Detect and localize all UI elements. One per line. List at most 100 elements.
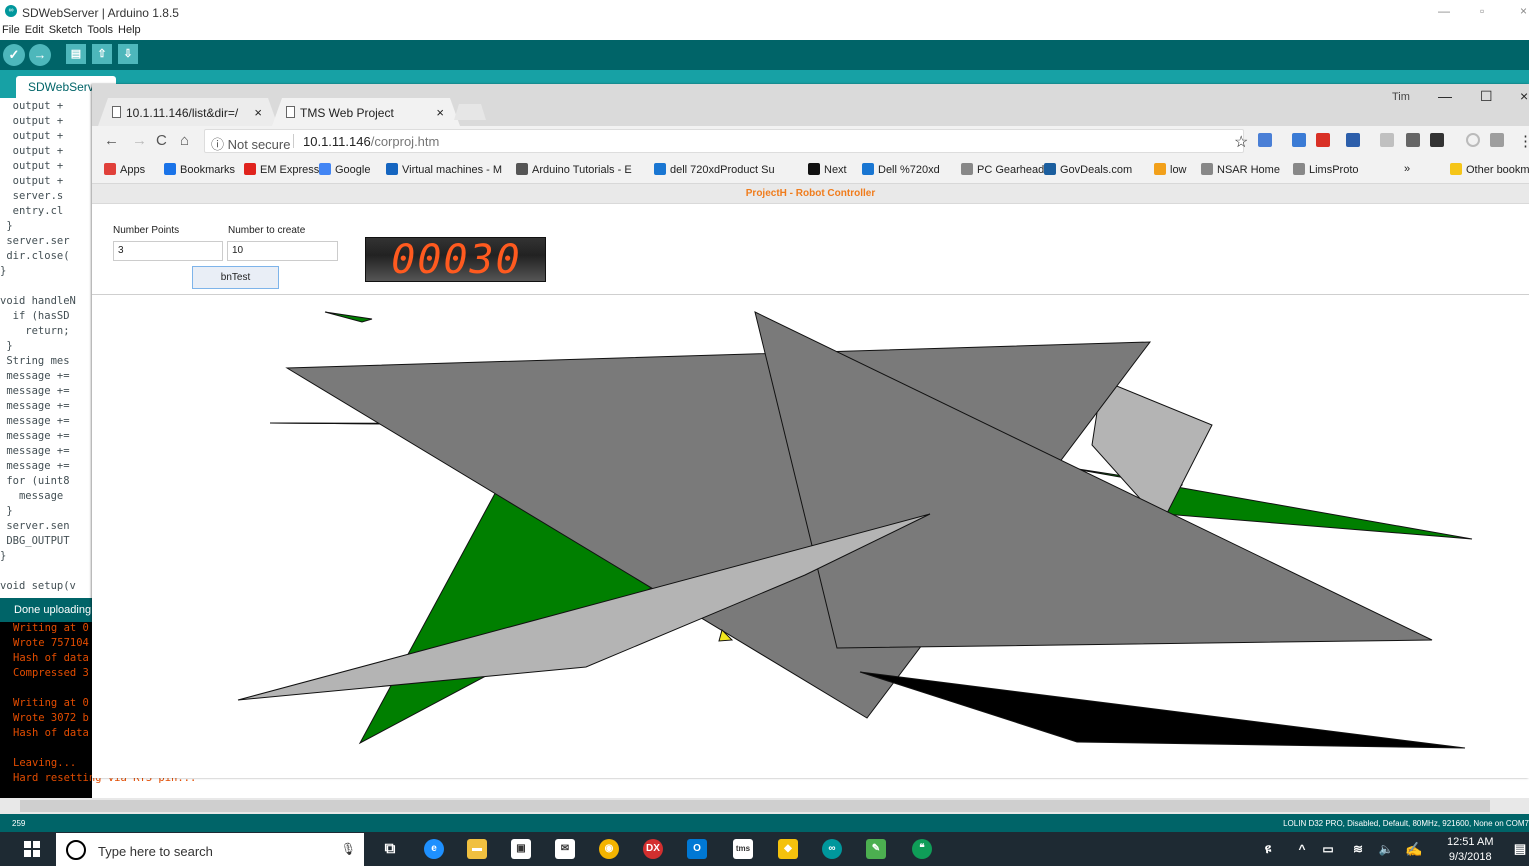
amazon-extension-icon[interactable] bbox=[1430, 133, 1444, 147]
close-tab-icon[interactable]: × bbox=[436, 105, 444, 120]
upload-button[interactable]: → bbox=[29, 44, 51, 66]
system-clock[interactable]: 12:51 AM 9/3/2018 bbox=[1447, 835, 1493, 865]
ide-menu-bar: File Edit Sketch Tools Help bbox=[0, 24, 1529, 40]
bntest-button[interactable]: bnTest bbox=[192, 266, 279, 289]
tab-directory-list[interactable]: 10.1.11.146/list&dir=/ × bbox=[98, 98, 278, 126]
pen-icon[interactable]: ✍ bbox=[1404, 839, 1424, 859]
number-to-create-input[interactable]: 10 bbox=[227, 241, 338, 261]
calendar-extension-icon[interactable] bbox=[1292, 133, 1306, 147]
bookmark-item[interactable]: Dell %720xd bbox=[862, 163, 940, 176]
file-explorer-icon[interactable]: ▬ bbox=[467, 839, 487, 859]
menu-tools[interactable]: Tools bbox=[87, 24, 113, 36]
console-output: Writing at 0 Wrote 757104 Hash of data Comp… bbox=[0, 622, 196, 798]
cast-extension-icon[interactable] bbox=[1490, 133, 1504, 147]
tms-icon[interactable]: tms bbox=[733, 839, 753, 859]
puzzle-extension-icon[interactable] bbox=[1380, 133, 1394, 147]
bookmark-item[interactable]: Next bbox=[808, 163, 847, 176]
bookmark-icon bbox=[516, 163, 528, 175]
bookmark-label: low bbox=[1170, 164, 1187, 176]
bookmark-label: GovDeals.com bbox=[1060, 164, 1133, 176]
people-icon[interactable]: ዩ bbox=[1258, 839, 1278, 859]
menu-sketch[interactable]: Sketch bbox=[49, 24, 83, 36]
profile-name[interactable]: Tim bbox=[1392, 91, 1410, 103]
hangouts-icon[interactable]: ❝ bbox=[912, 839, 932, 859]
chrome-icon[interactable]: ◉ bbox=[599, 839, 619, 859]
bookmark-item[interactable]: Arduino Tutorials - E bbox=[516, 163, 632, 176]
edge-icon[interactable]: e bbox=[424, 839, 444, 859]
store-icon[interactable]: ▣ bbox=[511, 839, 531, 859]
save-sketch-button[interactable]: ⇩ bbox=[118, 44, 138, 64]
tray-chevron-icon[interactable]: ^ bbox=[1292, 839, 1312, 859]
horizontal-scrollbar[interactable] bbox=[0, 798, 1529, 814]
tab-tms-web-project[interactable]: TMS Web Project × bbox=[272, 98, 460, 126]
bookmark-star-icon[interactable]: ☆ bbox=[1234, 132, 1248, 152]
back-icon[interactable]: ← bbox=[104, 132, 119, 149]
notepad-icon[interactable]: ✎ bbox=[866, 839, 886, 859]
bookmark-icon bbox=[961, 163, 973, 175]
timer-extension-icon[interactable] bbox=[1346, 133, 1360, 147]
windows-start-icon[interactable] bbox=[24, 841, 40, 857]
code-line: server.sen bbox=[0, 520, 70, 532]
address-bar[interactable]: ⓘ Not secure 10.1.11.146/corproj.htm bbox=[204, 129, 1244, 153]
bookmark-item[interactable]: low bbox=[1154, 163, 1187, 176]
close-icon[interactable]: × bbox=[1520, 88, 1528, 104]
number-points-input[interactable]: 3 bbox=[113, 241, 223, 261]
restore-icon[interactable]: ▫ bbox=[1480, 4, 1484, 18]
not-secure-indicator[interactable]: ⓘ Not secure bbox=[211, 134, 290, 153]
bookmark-item[interactable]: LimsProto bbox=[1293, 163, 1359, 176]
bookmark-icon bbox=[244, 163, 256, 175]
circle-extension-icon[interactable] bbox=[1466, 133, 1480, 147]
volume-icon[interactable]: 🔈 bbox=[1376, 839, 1396, 859]
maximize-icon[interactable]: ☐ bbox=[1480, 88, 1493, 105]
bookmark-item[interactable]: NSAR Home bbox=[1201, 163, 1280, 176]
code-line: message += bbox=[0, 430, 70, 442]
reload-icon[interactable]: C bbox=[156, 132, 167, 149]
keep-icon[interactable]: ◆ bbox=[778, 839, 798, 859]
wifi-icon[interactable]: ≋ bbox=[1348, 839, 1368, 859]
battery-icon[interactable]: ▭ bbox=[1318, 839, 1338, 859]
new-sketch-button[interactable]: ▤ bbox=[66, 44, 86, 64]
gmail-extension-icon[interactable] bbox=[1316, 133, 1330, 147]
code-editor[interactable]: output + output + output + output + outp… bbox=[0, 98, 92, 598]
new-tab-button[interactable] bbox=[454, 104, 486, 120]
arduino-taskbar-icon[interactable]: ∞ bbox=[822, 839, 842, 859]
task-view-icon[interactable]: ⧉ bbox=[380, 839, 400, 859]
translate-extension-icon[interactable] bbox=[1258, 133, 1272, 147]
bookmark-item[interactable]: Bookmarks bbox=[164, 163, 235, 176]
bookmark-item[interactable]: Other bookmarks bbox=[1450, 163, 1529, 176]
bookmark-item[interactable]: dell 720xdProduct Su bbox=[654, 163, 775, 176]
menu-file[interactable]: File bbox=[2, 24, 20, 36]
bookmarks-overflow-icon[interactable]: » bbox=[1404, 163, 1410, 175]
close-tab-icon[interactable]: × bbox=[254, 105, 262, 120]
verify-button[interactable]: ✓ bbox=[3, 44, 25, 66]
code-line: output + bbox=[0, 160, 64, 172]
menu-help[interactable]: Help bbox=[118, 24, 141, 36]
scrollbar-thumb[interactable] bbox=[20, 800, 1490, 812]
forward-icon[interactable]: → bbox=[132, 132, 147, 149]
open-sketch-button[interactable]: ⇧ bbox=[92, 44, 112, 64]
action-center-icon[interactable]: ▤ bbox=[1510, 839, 1529, 859]
browser-tab-bar: 10.1.11.146/list&dir=/ × TMS Web Project… bbox=[92, 84, 1529, 126]
bookmark-item[interactable]: Google bbox=[319, 163, 370, 176]
code-line: message bbox=[0, 490, 64, 502]
menu-dots-icon[interactable]: ⋮ bbox=[1518, 132, 1529, 150]
dx-icon[interactable]: DX bbox=[643, 839, 663, 859]
bookmark-item[interactable]: Apps bbox=[104, 163, 145, 176]
bookmark-icon bbox=[1450, 163, 1462, 175]
close-icon[interactable]: × bbox=[1520, 4, 1527, 18]
minimize-icon[interactable]: — bbox=[1438, 88, 1452, 104]
minimize-icon[interactable]: — bbox=[1438, 4, 1450, 18]
bookmark-item[interactable]: GovDeals.com bbox=[1044, 163, 1132, 176]
bookmark-item[interactable]: PC Gearhead bbox=[961, 163, 1044, 176]
outlook-icon[interactable]: O bbox=[687, 839, 707, 859]
bookmark-item[interactable]: EM Express bbox=[244, 163, 319, 176]
bookmark-label: Dell %720xd bbox=[878, 164, 940, 176]
mail-icon[interactable]: ✉ bbox=[555, 839, 575, 859]
home-icon[interactable]: ⌂ bbox=[180, 132, 189, 149]
microphone-icon[interactable]: 🎙 bbox=[341, 842, 356, 856]
lightbulb-extension-icon[interactable] bbox=[1406, 133, 1420, 147]
taskbar-search[interactable]: Type here to search 🎙 bbox=[56, 833, 364, 866]
bookmark-item[interactable]: Virtual machines - M bbox=[386, 163, 502, 176]
menu-edit[interactable]: Edit bbox=[25, 24, 44, 36]
bookmark-label: dell 720xdProduct Su bbox=[670, 164, 775, 176]
